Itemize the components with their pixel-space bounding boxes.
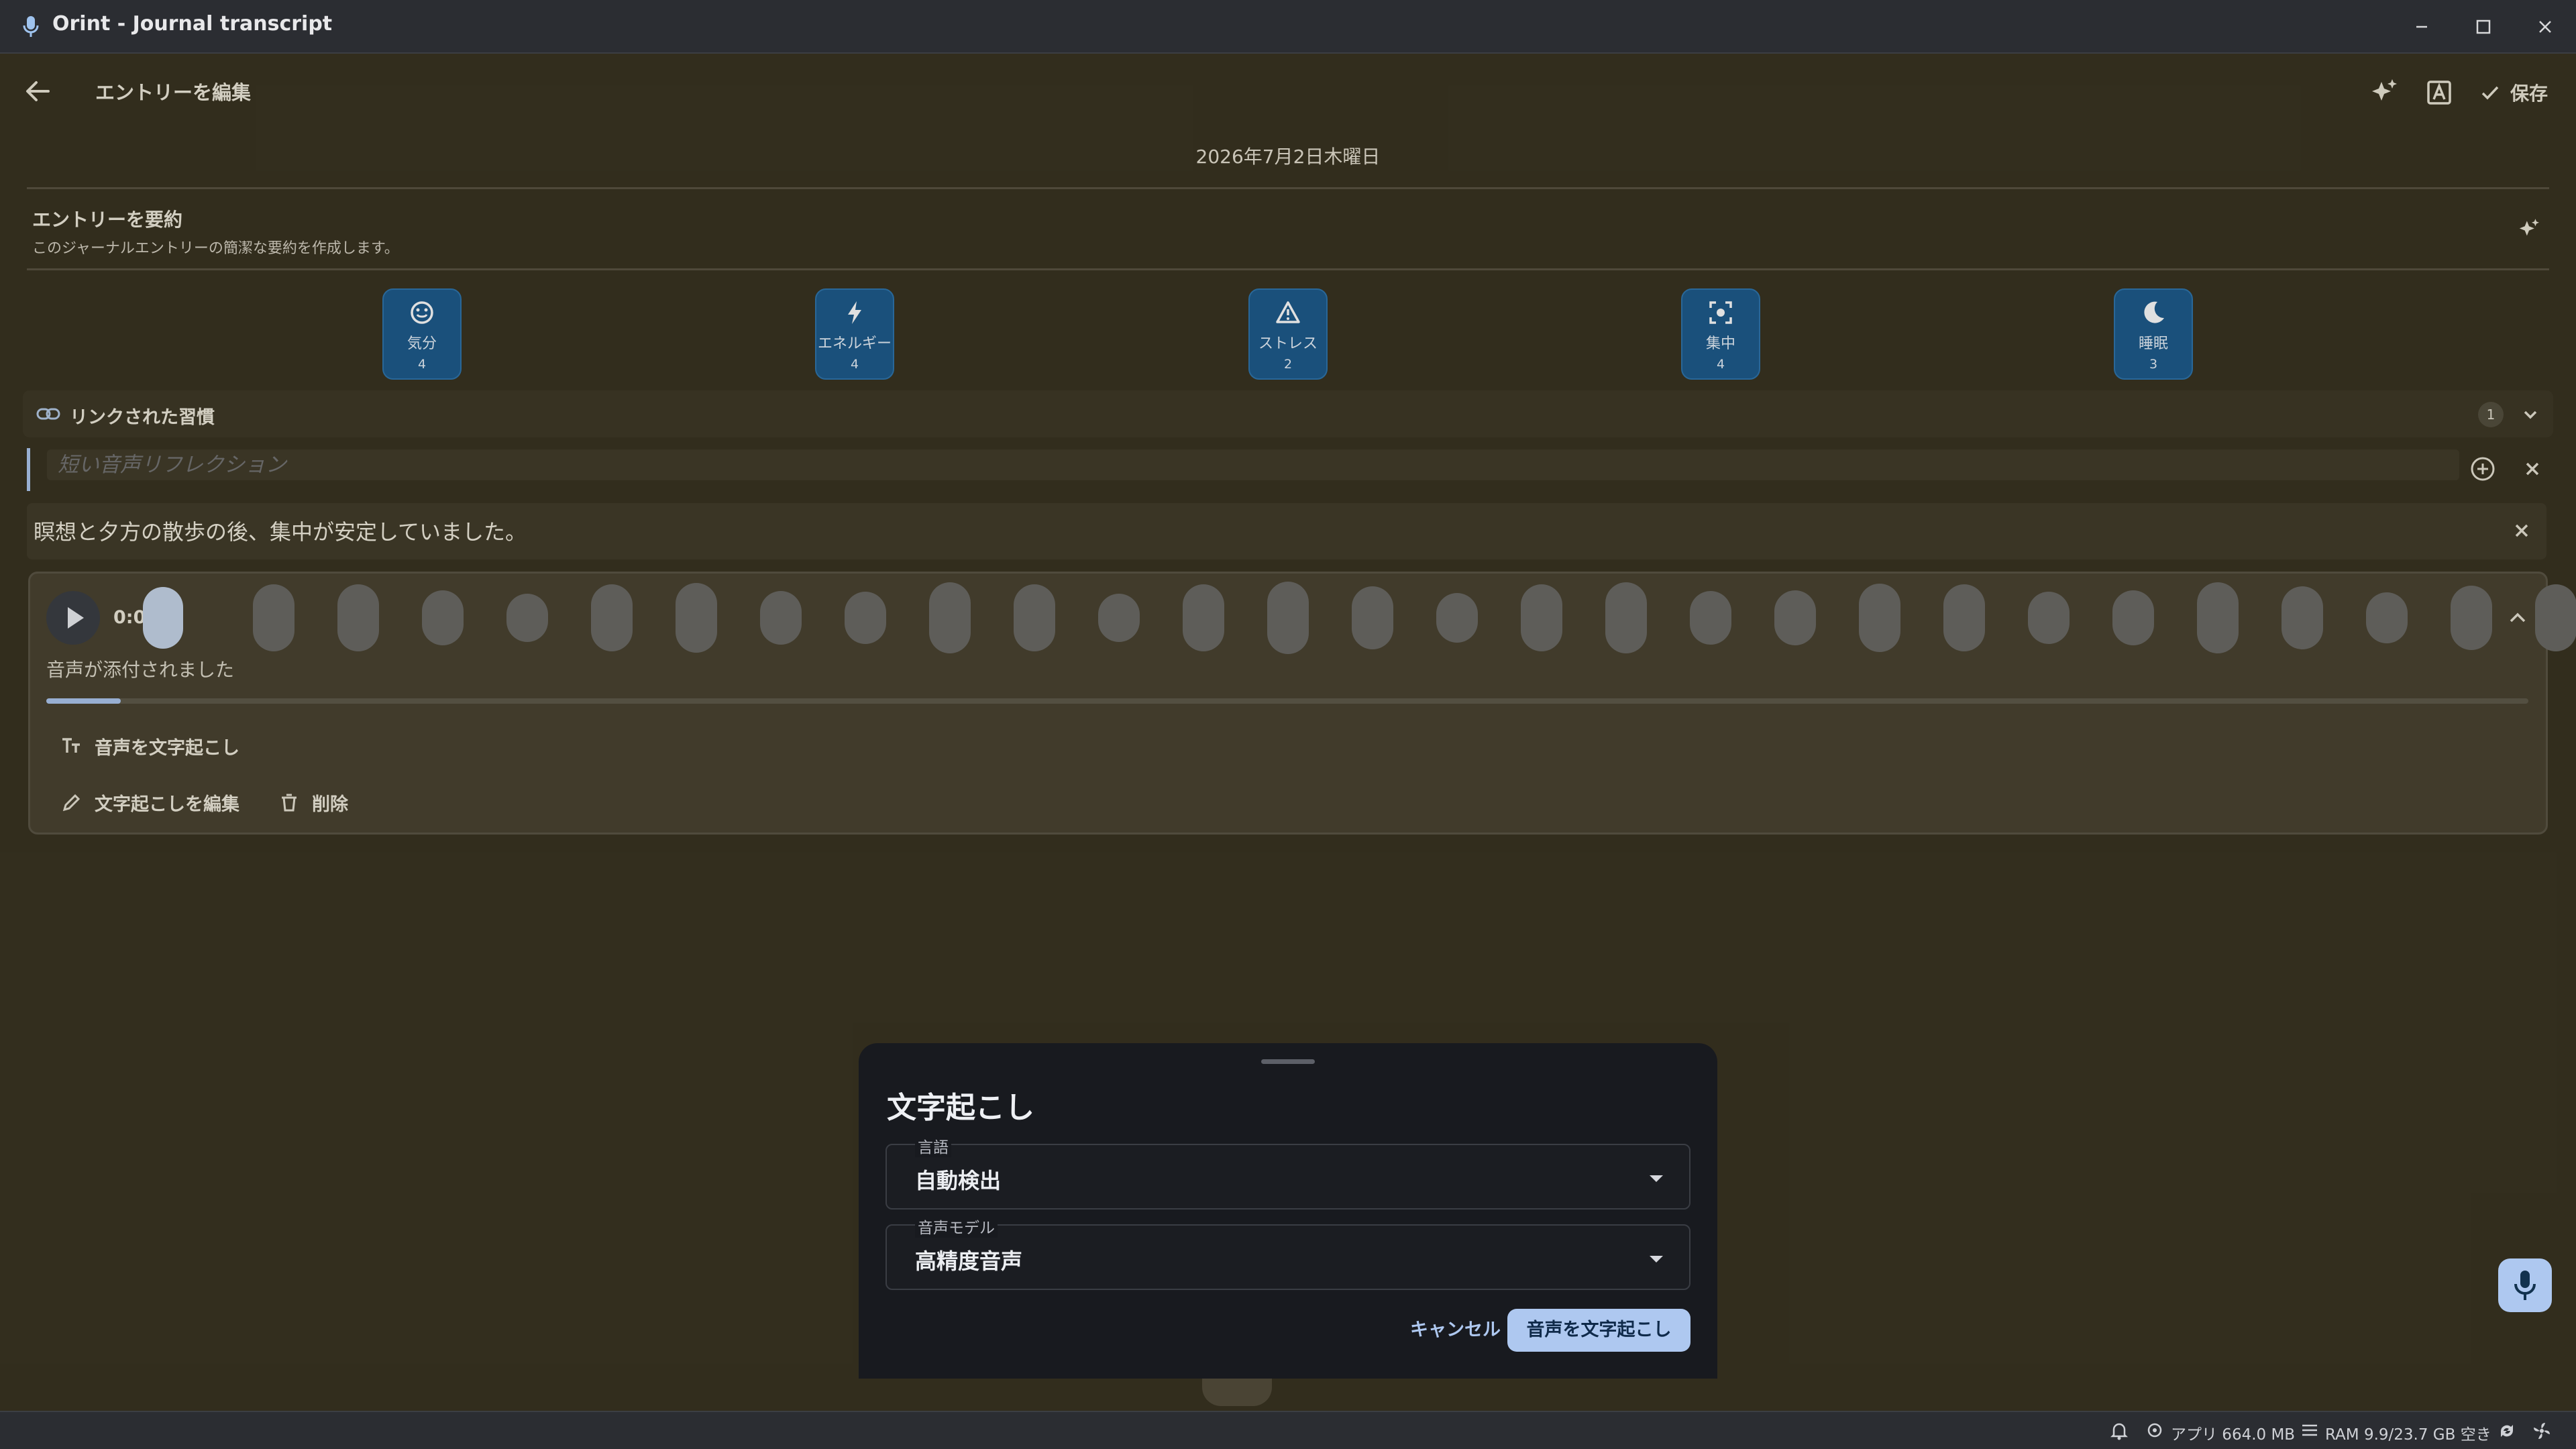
confirm-transcribe-button[interactable]: 音声を文字起こし (1507, 1309, 1690, 1352)
ram-usage: RAM 9.9/23.7 GB 空き (2325, 1426, 2491, 1444)
cancel-button[interactable]: キャンセル (1395, 1309, 1515, 1352)
status-bar: アプリ 664.0 MB RAM 9.9/23.7 GB 空き (0, 1411, 2576, 1449)
maximize-button[interactable] (2467, 11, 2500, 43)
transcription-sheet: 文字起こし 言語 自動検出 音声モデル 高精度音声 キャンセル 音声を文字起こし (859, 1043, 1717, 1379)
language-label: 言語 (915, 1134, 951, 1157)
recycle-icon[interactable] (2497, 1421, 2517, 1441)
sheet-title: 文字起こし (887, 1091, 1034, 1125)
microphone-icon (2514, 1271, 2536, 1300)
microphone-icon (23, 15, 39, 39)
caret-down-icon (1650, 1256, 1663, 1263)
language-select[interactable]: 言語 自動検出 (885, 1134, 1690, 1210)
fan-icon[interactable] (2532, 1421, 2552, 1441)
app-memory-icon (2147, 1422, 2163, 1438)
record-voice-button[interactable] (2498, 1258, 2552, 1312)
app-memory: アプリ 664.0 MB (2171, 1426, 2296, 1444)
window-titlebar: Orint - Journal transcript (0, 0, 2576, 54)
caret-down-icon (1650, 1175, 1663, 1182)
ram-icon (2301, 1422, 2318, 1438)
close-window-button[interactable] (2529, 11, 2561, 43)
voice-model-value: 高精度音声 (915, 1248, 1023, 1274)
bell-icon[interactable] (2110, 1421, 2128, 1440)
window-title: Orint - Journal transcript (52, 12, 333, 36)
voice-model-label: 音声モデル (915, 1215, 998, 1238)
minimize-button[interactable] (2406, 11, 2438, 43)
drag-handle[interactable] (1261, 1059, 1315, 1064)
language-value: 自動検出 (915, 1168, 1002, 1193)
voice-model-select[interactable]: 音声モデル 高精度音声 (885, 1215, 1690, 1290)
